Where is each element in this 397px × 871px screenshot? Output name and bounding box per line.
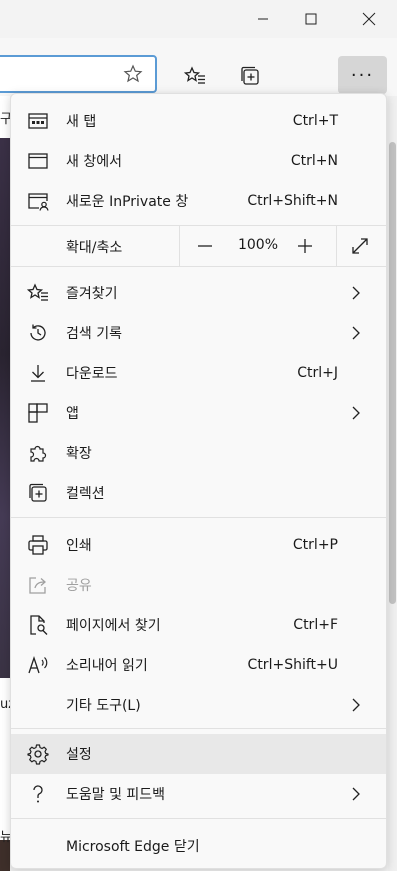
menu-item-label: 인쇄 xyxy=(66,538,92,554)
page-text-edge: uz xyxy=(0,697,10,712)
settings-and-more-button[interactable]: ··· xyxy=(338,56,387,94)
zoom-out-button[interactable] xyxy=(191,234,219,258)
share-icon xyxy=(27,574,49,596)
chevron-right-icon xyxy=(346,403,366,423)
menu-item-label: 즐겨찾기 xyxy=(66,286,118,302)
menu-item-more-tools[interactable]: 기타 도구(L) xyxy=(11,685,386,725)
menu-item-label: 설정 xyxy=(66,747,92,763)
title-bar xyxy=(0,0,397,38)
menu-item-apps[interactable]: 앱 xyxy=(11,393,386,433)
favorites-icon xyxy=(27,282,49,304)
chevron-right-icon xyxy=(346,695,366,715)
plus-icon xyxy=(298,239,312,253)
page-image-edge xyxy=(0,138,10,678)
minus-icon xyxy=(198,245,212,247)
collections-icon xyxy=(27,482,49,504)
page-text-edge: 구 xyxy=(0,112,10,127)
print-icon xyxy=(27,534,49,556)
menu-item-share: 공유 xyxy=(11,565,386,605)
chevron-right-icon xyxy=(346,323,366,343)
full-screen-icon xyxy=(352,238,368,254)
zoom-in-button[interactable] xyxy=(291,234,319,258)
page-text-edge: 뉴 xyxy=(0,830,10,845)
menu-item-label: 컬렉션 xyxy=(66,486,105,502)
menu-item-favorites[interactable]: 즐겨찾기 xyxy=(11,273,386,313)
favorites-icon xyxy=(184,66,205,84)
menu-item-inprivate[interactable]: 새로운 InPrivate 창 Ctrl+Shift+N xyxy=(11,181,386,221)
menu-divider xyxy=(11,818,386,819)
menu-item-shortcut: Ctrl+F xyxy=(293,617,338,633)
apps-icon xyxy=(27,402,49,424)
inprivate-icon xyxy=(27,190,49,212)
menu-item-label: 페이지에서 찾기 xyxy=(66,618,161,634)
find-on-page-icon xyxy=(27,614,49,636)
maximize-button[interactable] xyxy=(288,0,334,38)
menu-item-extensions[interactable]: 확장 xyxy=(11,433,386,473)
menu-item-label: 기타 도구(L) xyxy=(66,698,141,714)
menu-item-label: 새 탭 xyxy=(66,114,97,130)
menu-item-help-feedback[interactable]: 도움말 및 피드백 xyxy=(11,774,386,814)
puzzle-icon xyxy=(27,442,49,464)
zoom-row: 확대/축소 100% xyxy=(11,226,386,266)
read-aloud-icon xyxy=(27,654,49,676)
menu-item-shortcut: Ctrl+P xyxy=(292,537,338,553)
menu-item-new-window[interactable]: 새 창에서 Ctrl+N xyxy=(11,141,386,181)
favorites-button[interactable] xyxy=(182,63,208,89)
menu-item-find-on-page[interactable]: 페이지에서 찾기 Ctrl+F xyxy=(11,605,386,645)
menu-item-label: 다운로드 xyxy=(66,366,118,382)
menu-item-label: 새 창에서 xyxy=(66,154,122,170)
menu-item-label: 도움말 및 피드백 xyxy=(66,787,166,803)
browser-toolbar: ··· xyxy=(0,38,397,96)
history-icon xyxy=(27,322,49,344)
chevron-right-icon xyxy=(346,784,366,804)
menu-divider xyxy=(11,517,386,518)
menu-item-shortcut: Ctrl+Shift+U xyxy=(247,657,338,673)
download-icon xyxy=(27,362,49,384)
zoom-value: 100% xyxy=(237,237,279,253)
menu-item-label: 검색 기록 xyxy=(66,326,122,342)
zoom-label: 확대/축소 xyxy=(66,240,123,256)
menu-item-close-edge[interactable]: Microsoft Edge 닫기 xyxy=(11,826,386,866)
menu-item-downloads[interactable]: 다운로드 Ctrl+J xyxy=(11,353,386,393)
collections-button[interactable] xyxy=(237,63,263,89)
settings-menu: 새 탭 Ctrl+T 새 창에서 Ctrl+N 새로운 InPrivate 창 … xyxy=(10,93,387,869)
collections-icon xyxy=(241,66,259,85)
maximize-icon xyxy=(305,13,317,25)
menu-divider xyxy=(11,266,386,267)
menu-item-label: 공유 xyxy=(66,578,92,594)
menu-item-label: 소리내어 읽기 xyxy=(66,658,148,674)
minimize-icon xyxy=(258,18,268,20)
full-screen-button[interactable] xyxy=(347,234,373,258)
add-favorite-button[interactable] xyxy=(122,63,144,85)
menu-item-read-aloud[interactable]: 소리내어 읽기 Ctrl+Shift+U xyxy=(11,645,386,685)
menu-item-shortcut: Ctrl+J xyxy=(297,365,338,381)
close-window-button[interactable] xyxy=(346,0,392,38)
menu-item-collections[interactable]: 컬렉션 xyxy=(11,473,386,513)
new-tab-icon xyxy=(27,110,49,132)
menu-item-label: 앱 xyxy=(66,406,79,422)
menu-item-shortcut: Ctrl+T xyxy=(292,113,338,129)
menu-item-shortcut: Ctrl+Shift+N xyxy=(247,193,338,209)
menu-item-shortcut: Ctrl+N xyxy=(290,153,338,169)
scrollbar-thumb[interactable] xyxy=(389,142,396,604)
new-window-icon xyxy=(27,150,49,172)
menu-divider xyxy=(336,226,337,266)
menu-divider xyxy=(179,226,180,266)
menu-item-label: 확장 xyxy=(66,446,92,462)
chevron-right-icon xyxy=(346,283,366,303)
menu-item-settings[interactable]: 설정 xyxy=(11,734,386,774)
menu-divider xyxy=(11,728,386,729)
menu-item-new-tab[interactable]: 새 탭 Ctrl+T xyxy=(11,101,386,141)
gear-icon xyxy=(27,743,49,765)
star-add-icon xyxy=(123,64,143,83)
menu-item-label: 새로운 InPrivate 창 xyxy=(66,194,189,210)
close-icon xyxy=(362,12,376,26)
menu-item-history[interactable]: 검색 기록 xyxy=(11,313,386,353)
question-mark-icon xyxy=(27,783,49,805)
minimize-button[interactable] xyxy=(240,0,286,38)
menu-item-label: Microsoft Edge 닫기 xyxy=(66,839,200,855)
menu-item-print[interactable]: 인쇄 Ctrl+P xyxy=(11,525,386,565)
